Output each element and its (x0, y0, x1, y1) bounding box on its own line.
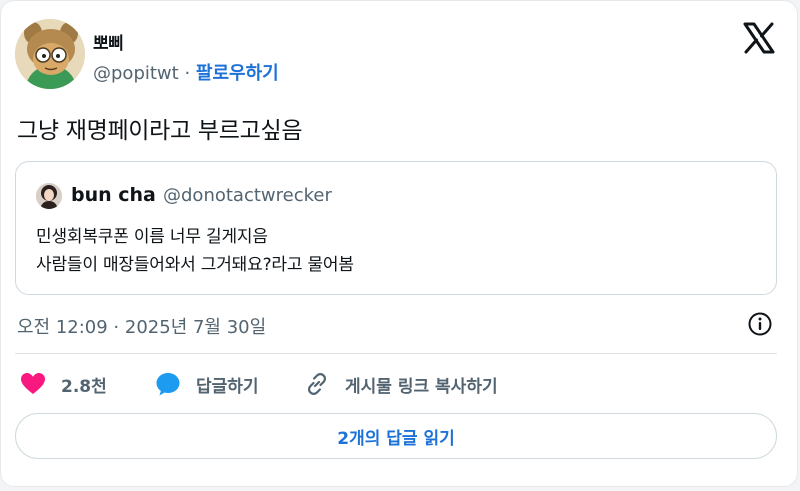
reply-label: 답글하기 (196, 376, 259, 397)
reply-button[interactable]: 답글하기 (154, 369, 259, 399)
heart-icon (21, 373, 45, 394)
divider (15, 353, 777, 354)
follow-button[interactable]: 팔로우하기 (196, 63, 279, 84)
quoted-author-name: bun cha (71, 184, 156, 206)
link-icon (307, 373, 327, 395)
tweet-timestamp[interactable]: 오전 12:09 · 2025년 7월 30일 (17, 313, 266, 339)
quoted-text-line: 민생회복쿠폰 이름 너무 길게지음 (36, 227, 268, 247)
like-count: 2.8천 (61, 376, 107, 397)
quoted-author-avatar (36, 183, 62, 209)
copy-link-button[interactable]: 게시물 링크 복사하기 (303, 369, 498, 399)
author-display-name[interactable]: 뽀삐 (93, 29, 124, 54)
tweet-text: 그냥 재명페이라고 부르고싶음 (17, 118, 303, 144)
read-replies-button[interactable]: 2개의 답글 읽기 (15, 413, 777, 459)
handle-separator: · (184, 63, 191, 84)
reply-bubble-icon (156, 373, 180, 396)
x-logo-icon[interactable] (742, 21, 776, 55)
quoted-text-line: 사람들이 매장들어와서 그거돼요?라고 물어봄 (36, 255, 354, 275)
quoted-author-handle: @donotactwrecker (163, 185, 332, 206)
copy-link-label: 게시물 링크 복사하기 (345, 376, 498, 397)
info-icon[interactable] (747, 311, 773, 337)
avatar-illustration (15, 19, 85, 89)
read-replies-label: 2개의 답글 읽기 (337, 428, 455, 449)
author-handle-row: @popitwt · 팔로우하기 (93, 59, 279, 85)
author-avatar[interactable] (15, 19, 85, 89)
tweet-card: 뽀삐 @popitwt · 팔로우하기 그냥 재명페이라고 부르고싶음 bun … (0, 0, 798, 487)
quoted-avatar-illustration (36, 183, 62, 209)
like-button[interactable]: 2.8천 (19, 369, 107, 399)
author-handle[interactable]: @popitwt (93, 63, 179, 84)
quoted-tweet[interactable]: bun cha @donotactwrecker 민생회복쿠폰 이름 너무 길게… (15, 161, 777, 295)
